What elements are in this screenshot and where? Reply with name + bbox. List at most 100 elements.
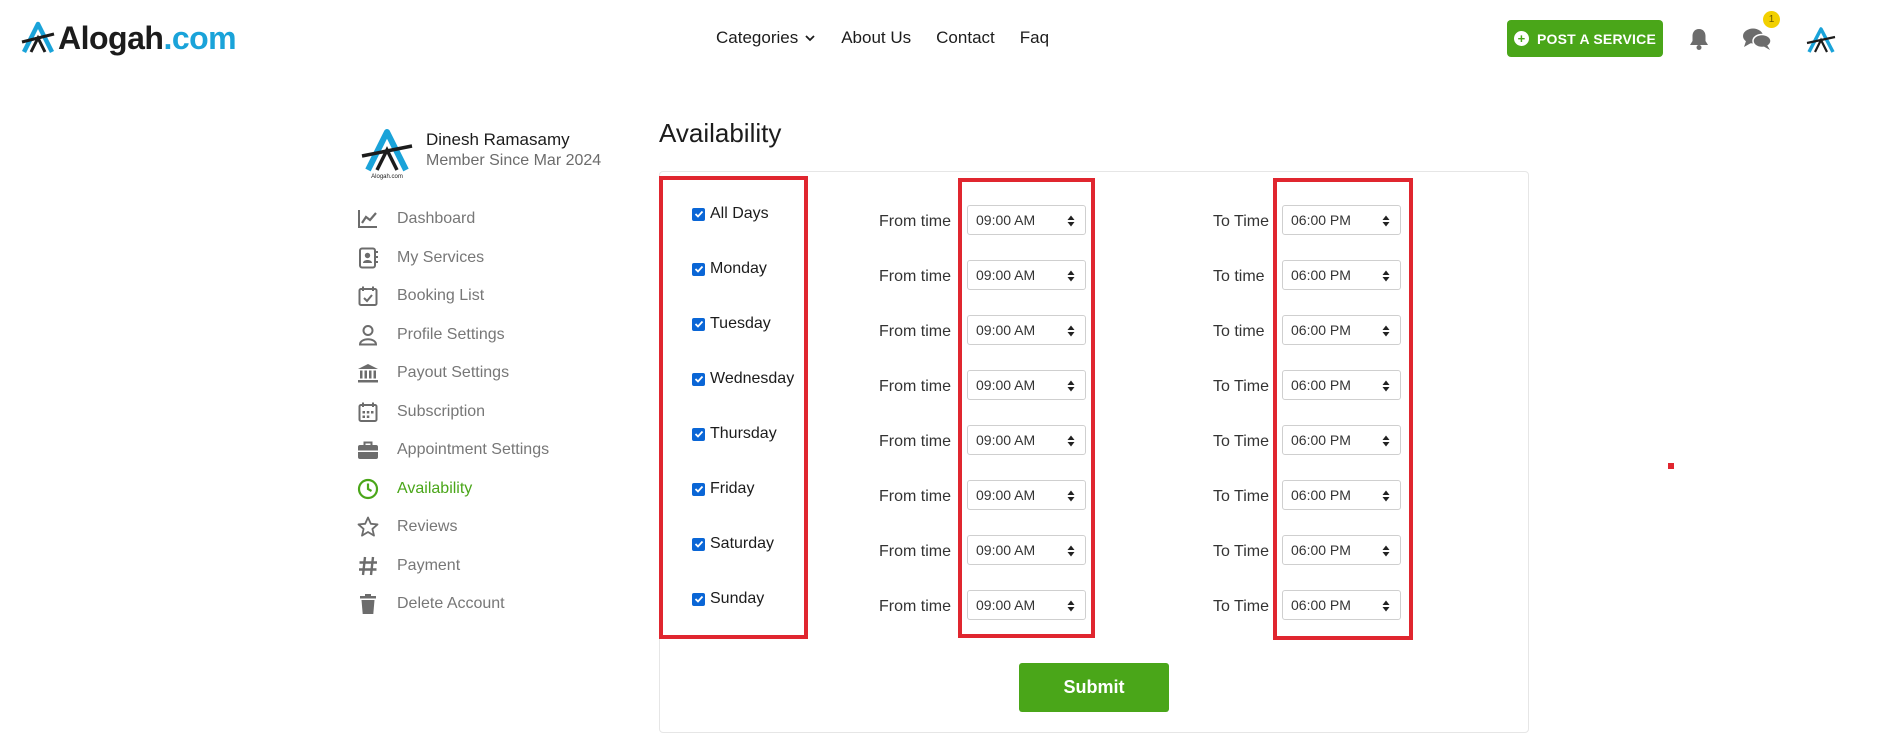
sidebar-item-delete-account[interactable]: Delete Account — [357, 585, 549, 624]
checkbox-checked-icon — [692, 207, 705, 221]
sidebar-item-availability[interactable]: Availability — [357, 470, 549, 509]
sidebar-item-label: Payment — [397, 556, 461, 574]
to-time-value: 06:00 PM — [1291, 322, 1351, 338]
to-time-select[interactable]: 06:00 PM — [1282, 425, 1401, 455]
profile-summary: Alogah.com Dinesh Ramasamy Member Since … — [358, 124, 601, 180]
nav-contact[interactable]: Contact — [936, 28, 995, 48]
to-time-label: To time — [1213, 268, 1265, 285]
from-time-select[interactable]: 09:00 AM — [967, 590, 1086, 620]
from-time-select[interactable]: 09:00 AM — [967, 370, 1086, 400]
day-checkbox-all-days[interactable]: All Days — [692, 205, 769, 223]
sidebar-item-subscription[interactable]: Subscription — [357, 393, 549, 432]
from-time-value: 09:00 AM — [976, 487, 1036, 503]
to-time-select[interactable]: 06:00 PM — [1282, 260, 1401, 290]
to-time-value: 06:00 PM — [1291, 597, 1351, 613]
checkbox-checked-icon — [692, 537, 705, 551]
from-time-value: 09:00 AM — [976, 542, 1036, 558]
day-checkbox-friday[interactable]: Friday — [692, 480, 754, 498]
day-checkbox-saturday[interactable]: Saturday — [692, 535, 774, 553]
availability-row-tuesday: Tuesday From time 09:00 AM To time 06:00… — [660, 305, 1530, 345]
sidebar-item-label: Delete Account — [397, 595, 505, 613]
from-time-value: 09:00 AM — [976, 432, 1036, 448]
to-time-value: 06:00 PM — [1291, 377, 1351, 393]
sort-arrows-icon — [1067, 325, 1075, 337]
availability-row-friday: Friday From time 09:00 AM To Time 06:00 … — [660, 470, 1530, 510]
sort-arrows-icon — [1382, 435, 1390, 447]
day-checkbox-tuesday[interactable]: Tuesday — [692, 315, 771, 333]
day-label: Saturday — [710, 535, 775, 552]
sidebar-menu: Dashboard My Services Booking List Profi… — [357, 200, 549, 624]
plus-circle-icon: + — [1514, 31, 1529, 46]
to-time-select[interactable]: 06:00 PM — [1282, 370, 1401, 400]
sidebar-item-dashboard[interactable]: Dashboard — [357, 200, 549, 239]
from-time-select[interactable]: 09:00 AM — [967, 535, 1086, 565]
day-label: Friday — [710, 480, 755, 497]
profile-avatar: Alogah.com — [361, 129, 413, 180]
sidebar-item-label: Appointment Settings — [397, 441, 550, 459]
sidebar-item-booking-list[interactable]: Booking List — [357, 277, 549, 316]
to-time-select[interactable]: 06:00 PM — [1282, 480, 1401, 510]
checkbox-checked-icon — [692, 262, 705, 276]
nav-categories[interactable]: Categories — [716, 28, 816, 48]
availability-row-sunday: Sunday From time 09:00 AM To Time 06:00 … — [660, 580, 1530, 620]
star-icon — [357, 516, 379, 538]
to-time-label: To Time — [1213, 213, 1270, 230]
from-time-select[interactable]: 09:00 AM — [967, 260, 1086, 290]
sort-arrows-icon — [1382, 325, 1390, 337]
address-book-icon — [357, 247, 379, 269]
site-logo[interactable]: Alogah.com — [20, 18, 237, 58]
availability-row-all-days: All Days From time 09:00 AM To Time 06:0… — [660, 195, 1530, 235]
sidebar-item-my-services[interactable]: My Services — [357, 239, 549, 278]
sort-arrows-icon — [1382, 600, 1390, 612]
sidebar-item-payout-settings[interactable]: Payout Settings — [357, 354, 549, 393]
post-a-service-button[interactable]: + POST A SERVICE — [1507, 20, 1663, 57]
to-time-select[interactable]: 06:00 PM — [1282, 315, 1401, 345]
nav-faq[interactable]: Faq — [1020, 28, 1049, 48]
sort-arrows-icon — [1382, 380, 1390, 392]
day-label: Wednesday — [710, 370, 795, 387]
to-time-value: 06:00 PM — [1291, 432, 1351, 448]
sidebar-item-label: Subscription — [397, 402, 486, 420]
from-time-select[interactable]: 09:00 AM — [967, 205, 1086, 235]
to-time-select[interactable]: 06:00 PM — [1282, 535, 1401, 565]
checkbox-checked-icon — [692, 427, 705, 441]
logo-a-icon — [21, 21, 55, 54]
sort-arrows-icon — [1382, 545, 1390, 557]
sort-arrows-icon — [1067, 435, 1075, 447]
sort-arrows-icon — [1067, 270, 1075, 282]
hashtag-icon — [357, 555, 379, 577]
from-time-select[interactable]: 09:00 AM — [967, 315, 1086, 345]
to-time-value: 06:00 PM — [1291, 487, 1351, 503]
sidebar-item-label: Payout Settings — [397, 364, 510, 382]
day-checkbox-monday[interactable]: Monday — [692, 260, 767, 278]
day-checkbox-wednesday[interactable]: Wednesday — [692, 370, 794, 388]
sidebar-item-reviews[interactable]: Reviews — [357, 508, 549, 547]
chat-icon[interactable] — [1742, 26, 1772, 52]
sidebar-item-label: Availability — [397, 479, 473, 497]
calendar-icon — [357, 401, 379, 423]
from-time-value: 09:00 AM — [976, 212, 1036, 228]
availability-row-thursday: Thursday From time 09:00 AM To Time 06:0… — [660, 415, 1530, 455]
sidebar-item-profile-settings[interactable]: Profile Settings — [357, 316, 549, 355]
sidebar-item-appointment-settings[interactable]: Appointment Settings — [357, 431, 549, 470]
trash-icon — [357, 593, 379, 615]
from-time-label: From time — [879, 543, 951, 560]
checkbox-checked-icon — [692, 372, 705, 386]
checkbox-checked-icon — [692, 317, 705, 331]
briefcase-icon — [357, 439, 379, 461]
from-time-select[interactable]: 09:00 AM — [967, 480, 1086, 510]
sidebar-item-payment[interactable]: Payment — [357, 547, 549, 586]
submit-button[interactable]: Submit — [1019, 663, 1169, 712]
to-time-select[interactable]: 06:00 PM — [1282, 590, 1401, 620]
to-time-select[interactable]: 06:00 PM — [1282, 205, 1401, 235]
day-checkbox-thursday[interactable]: Thursday — [692, 425, 777, 443]
chevron-down-icon — [805, 35, 815, 42]
sort-arrows-icon — [1067, 215, 1075, 227]
bank-icon — [357, 362, 379, 384]
bell-icon[interactable] — [1686, 26, 1712, 52]
day-checkbox-sunday[interactable]: Sunday — [692, 590, 764, 608]
sort-arrows-icon — [1067, 380, 1075, 392]
nav-about-us[interactable]: About Us — [841, 28, 911, 48]
user-avatar-icon[interactable] — [1806, 25, 1836, 55]
from-time-select[interactable]: 09:00 AM — [967, 425, 1086, 455]
